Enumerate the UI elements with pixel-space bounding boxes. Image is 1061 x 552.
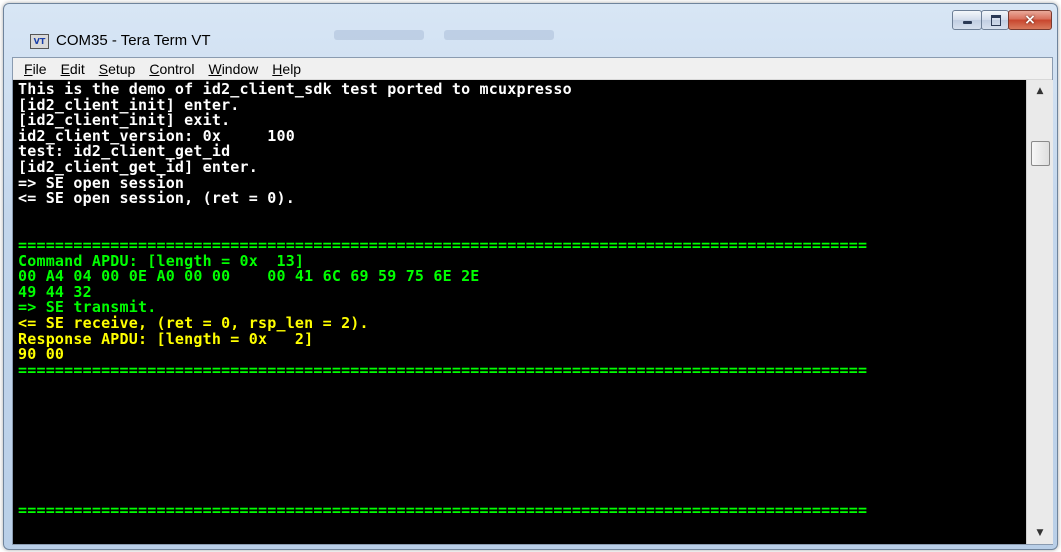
menu-edit[interactable]: Edit	[54, 61, 92, 77]
terminal-line: <= SE open session, (ret = 0).	[18, 189, 295, 208]
menu-window[interactable]: Window	[201, 61, 265, 77]
client-area: File Edit Setup Control Window Help This…	[12, 57, 1053, 545]
menu-bar: File Edit Setup Control Window Help	[13, 58, 1052, 80]
terminal-line: ========================================…	[18, 501, 868, 520]
menu-help[interactable]: Help	[265, 61, 308, 77]
title-bar[interactable]: VT COM35 - Tera Term VT ×	[4, 4, 1057, 56]
tera-term-app-icon[interactable]: VT	[30, 34, 49, 49]
minimize-button[interactable]	[952, 10, 982, 30]
terminal-window: VT COM35 - Tera Term VT × File Edit Setu…	[3, 3, 1058, 550]
scrollbar-thumb[interactable]	[1031, 141, 1050, 166]
scroll-up-arrow-icon[interactable]: ▲	[1027, 82, 1053, 100]
minimize-icon	[953, 11, 981, 29]
terminal-output[interactable]: This is the demo of id2_client_sdk test …	[13, 80, 1026, 544]
terminal-line: 00 A4 04 00 0E A0 00 00 00 41 6C 69 59 7…	[18, 267, 480, 286]
menu-file[interactable]: File	[17, 61, 54, 77]
terminal-line: [id2_client_init] exit.	[18, 111, 231, 130]
window-title: COM35 - Tera Term VT	[56, 32, 211, 49]
terminal-line: ========================================…	[18, 360, 868, 379]
menu-control[interactable]: Control	[142, 61, 201, 77]
scroll-down-arrow-icon[interactable]: ▼	[1027, 524, 1053, 542]
maximize-button[interactable]	[981, 10, 1009, 30]
terminal-line: <= SE receive, (ret = 0, rsp_len = 2).	[18, 314, 369, 332]
close-button[interactable]: ×	[1008, 10, 1052, 30]
background-window-ghost	[444, 30, 554, 40]
terminal-line: This is the demo of id2_client_sdk test …	[18, 80, 572, 98]
terminal-line: ========================================…	[18, 236, 868, 254]
maximize-icon	[982, 11, 1008, 29]
menu-setup[interactable]: Setup	[92, 61, 143, 77]
terminal-line: 90 00	[18, 345, 65, 364]
vertical-scrollbar[interactable]: ▲ ▼	[1026, 80, 1053, 544]
terminal-line: [id2_client_get_id] enter.	[18, 158, 258, 176]
background-window-ghost	[334, 30, 424, 40]
close-icon: ×	[1024, 12, 1036, 28]
